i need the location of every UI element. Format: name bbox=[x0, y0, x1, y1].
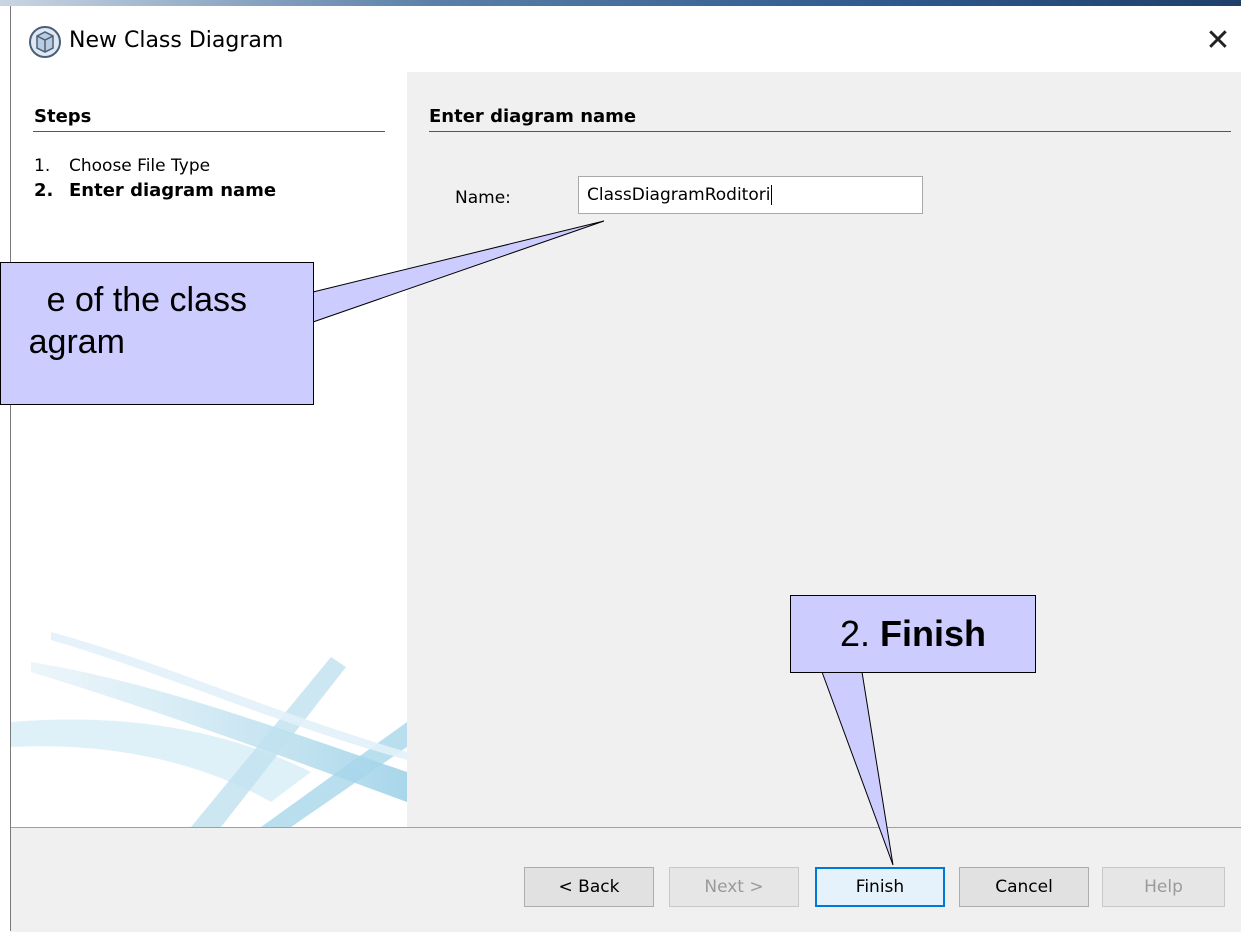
steps-heading: Steps bbox=[34, 106, 92, 127]
finish-button[interactable]: Finish bbox=[815, 867, 945, 907]
steps-divider bbox=[33, 131, 385, 132]
close-icon: ✕ bbox=[1205, 22, 1231, 58]
window-title: New Class Diagram bbox=[69, 28, 284, 53]
step-enter-diagram-name: 2. Enter diagram name bbox=[34, 180, 276, 201]
diagram-name-value: ClassDiagramRoditori bbox=[587, 185, 771, 205]
name-label: Name: bbox=[455, 188, 511, 208]
help-button[interactable]: Help bbox=[1102, 867, 1225, 907]
button-bar: < Back Next > Finish Cancel Help bbox=[11, 827, 1241, 932]
step-number: 1. bbox=[34, 156, 51, 176]
decorative-swoosh-graphic bbox=[11, 632, 407, 827]
step-choose-file-type: 1. Choose File Type bbox=[34, 156, 210, 176]
finish-callout: 2. Finish bbox=[790, 595, 1036, 673]
text-caret bbox=[771, 185, 773, 205]
step-label: Enter diagram name bbox=[69, 180, 277, 201]
step-label: Choose File Type bbox=[69, 156, 211, 176]
close-button[interactable]: ✕ bbox=[1194, 18, 1241, 62]
finish-callout-label: Finish bbox=[880, 613, 987, 654]
next-button[interactable]: Next > bbox=[669, 867, 799, 907]
new-class-diagram-dialog: New Class Diagram ✕ Steps 1. Choose File … bbox=[10, 6, 1241, 932]
back-button[interactable]: < Back bbox=[524, 867, 654, 907]
finish-callout-prefix: 2. bbox=[839, 613, 881, 654]
cancel-button[interactable]: Cancel bbox=[959, 867, 1089, 907]
panel-divider bbox=[429, 131, 1231, 132]
panel-heading: Enter diagram name bbox=[429, 106, 637, 127]
diagram-name-input[interactable]: ClassDiagramRoditori bbox=[578, 176, 923, 214]
cube-icon bbox=[29, 26, 61, 58]
steps-panel: Steps 1. Choose File Type 2. Enter diagram… bbox=[11, 72, 407, 827]
step-number: 2. bbox=[34, 180, 54, 201]
name-callout-line1: e of the class bbox=[46, 281, 247, 319]
name-entry-panel: Enter diagram name Name: ClassDiagramRod… bbox=[407, 72, 1241, 827]
title-bar: New Class Diagram ✕ bbox=[11, 6, 1241, 72]
name-callout: e of the class agram bbox=[0, 262, 314, 405]
name-callout-line2: agram bbox=[28, 323, 125, 361]
